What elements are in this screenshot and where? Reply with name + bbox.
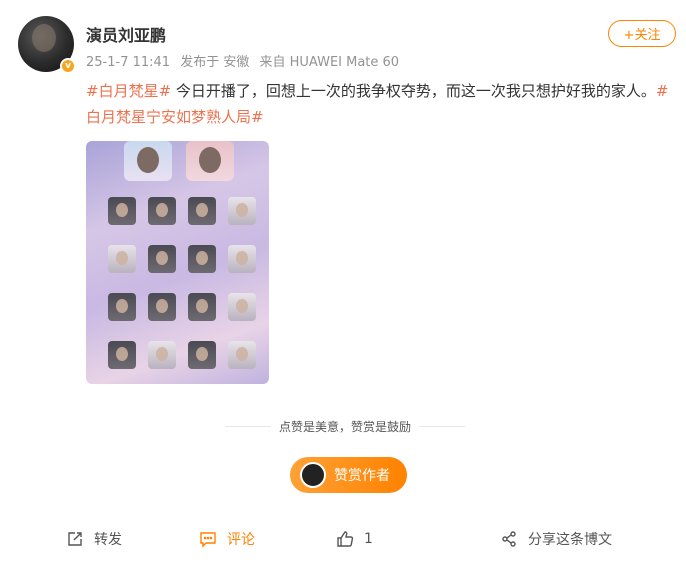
cast-photo [188, 245, 216, 273]
topic-tag-baiyuefanxing[interactable]: #白月梵星# [86, 82, 171, 100]
cast-photo [188, 341, 216, 369]
share-button[interactable]: 分享这条博文 [500, 522, 612, 556]
post-meta: 25-1-7 11:41 发布于 安徽 来自 HUAWEI Mate 60 [86, 51, 405, 70]
cast-photo [188, 197, 216, 225]
author-name[interactable]: 演员刘亚鹏 [86, 22, 166, 46]
poster-lead-left [124, 141, 172, 181]
cast-photo [148, 197, 176, 225]
post-date[interactable]: 25-1-7 11:41 [86, 55, 170, 70]
cast-photo [108, 197, 136, 225]
share-label: 分享这条博文 [528, 532, 612, 548]
comment-label: 评论 [227, 532, 255, 548]
cast-photo [148, 245, 176, 273]
comment-button[interactable]: 评论 [199, 522, 255, 556]
like-button[interactable]: 1 [336, 522, 373, 556]
repost-button[interactable]: 转发 [66, 522, 122, 556]
cast-photo [108, 293, 136, 321]
reward-button-label: 赞赏作者 [334, 468, 390, 484]
repost-label: 转发 [94, 532, 122, 548]
cast-photo [228, 341, 256, 369]
cast-photo [108, 341, 136, 369]
repost-icon [68, 532, 82, 546]
share-icon [502, 531, 516, 547]
action-bar: 转发 评论 1 分享这条博文 [0, 522, 686, 556]
reward-avatar [300, 462, 326, 488]
cast-photo [188, 293, 216, 321]
cast-photo [108, 245, 136, 273]
divider-line [419, 425, 466, 427]
comment-icon [200, 532, 216, 548]
cast-photo [228, 197, 256, 225]
post-text: #白月梵星# 今日开播了，回想上一次的我争权夺势，而这一次我只想护好我的家人。#… [86, 78, 676, 130]
reward-hint: 点赞是美意，赞赏是鼓励 [225, 418, 466, 434]
thumbs-up-icon [337, 531, 354, 547]
post-body: 今日开播了，回想上一次的我争权夺势，而这一次我只想护好我的家人。 [171, 82, 656, 100]
divider-line [225, 425, 271, 427]
like-count: 1 [364, 531, 373, 547]
post-location: 发布于 安徽 [180, 55, 250, 70]
cast-photo [148, 293, 176, 321]
verified-badge: v [60, 58, 76, 74]
post-device: 来自 HUAWEI Mate 60 [259, 55, 400, 70]
reward-hint-text: 点赞是美意，赞赏是鼓励 [279, 419, 412, 434]
cast-photo [228, 245, 256, 273]
cast-grid [108, 197, 256, 369]
follow-button[interactable]: +关注 [608, 20, 676, 47]
reward-author-button[interactable]: 赞赏作者 [290, 457, 407, 493]
cast-photo [228, 293, 256, 321]
poster-lead-right [186, 141, 234, 181]
post-image[interactable] [86, 141, 269, 384]
cast-photo [148, 341, 176, 369]
